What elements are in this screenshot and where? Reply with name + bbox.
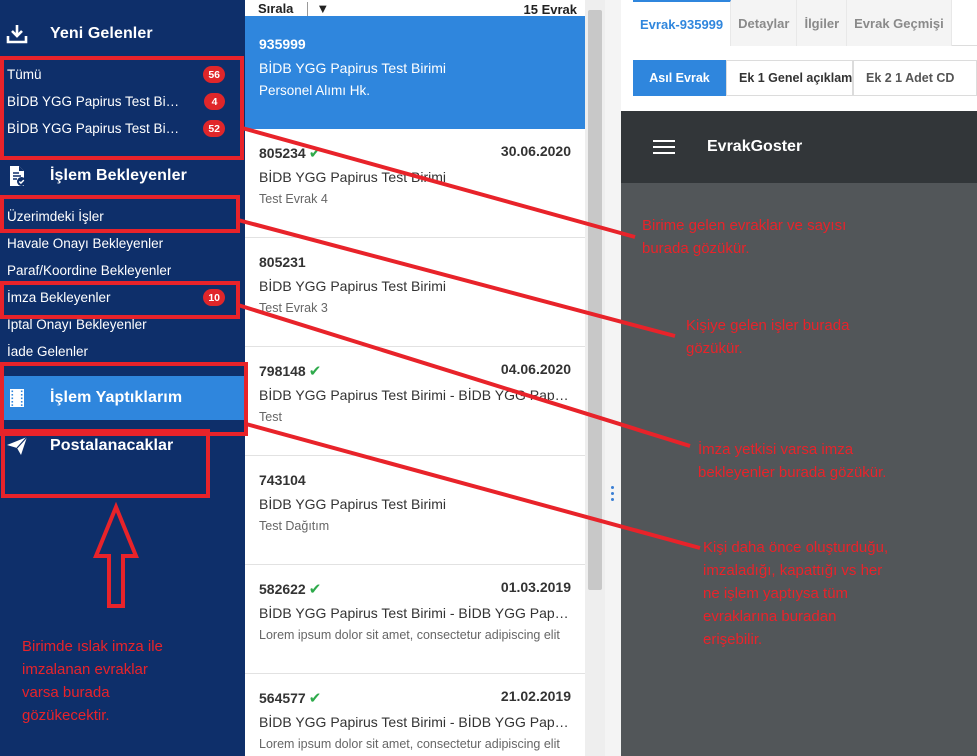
document-subject: Test Evrak 4 <box>259 192 328 206</box>
sidebar-item-uzerimdeki-isler[interactable]: Üzerimdeki İşler <box>0 203 245 230</box>
document-subject: Test Evrak 3 <box>259 301 328 315</box>
document-subject: Test <box>259 410 282 424</box>
panel-splitter[interactable] <box>605 0 621 756</box>
count-badge: 10 <box>203 289 225 306</box>
document-date: 30.06.2020 <box>500 143 571 159</box>
sidebar-item-unit-2[interactable]: BİDB YGG Papirus Test Birimi 52 <box>0 115 245 142</box>
sort-label: Sırala <box>258 1 294 16</box>
check-icon: ✔ <box>308 145 322 162</box>
list-scrollbar-thumb[interactable] <box>588 10 602 590</box>
tab-evrak[interactable]: Evrak-935999 <box>633 0 732 46</box>
subtab-asil-evrak[interactable]: Asıl Evrak <box>633 60 726 96</box>
check-icon: ✔ <box>308 690 322 707</box>
sidebar-item-label: BİDB YGG Papirus Test Birimi <box>7 94 182 109</box>
sidebar-item-paraf-koordine[interactable]: Paraf/Koordine Bekleyenler <box>0 257 245 284</box>
count-badge: 4 <box>204 93 225 110</box>
section-islem-bekleyenler[interactable]: İşlem Bekleyenler <box>0 154 245 198</box>
section-postalanacaklar[interactable]: Postalanacaklar <box>0 424 245 468</box>
document-date: 01.03.2019 <box>500 579 571 595</box>
document-subject: Personel Alımı Hk. <box>259 83 371 98</box>
subtab-ek-1[interactable]: Ek 1 Genel açıklama <box>726 60 853 96</box>
sidebar-item-label: Tümü <box>7 67 42 82</box>
sidebar-item-iade-gelenler[interactable]: İade Gelenler <box>0 338 245 365</box>
sidebar-item-label: Paraf/Koordine Bekleyenler <box>7 263 172 278</box>
count-badge: 52 <box>203 120 225 137</box>
document-unit: BİDB YGG Papirus Test Birimi - BİDB YGG … <box>259 714 571 730</box>
sidebar-item-label: Üzerimdeki İşler <box>7 209 104 224</box>
list-item[interactable]: 805234 ✔ 30.06.2020 BİDB YGG Papirus Test … <box>245 129 585 238</box>
section-label: Yeni Gelenler <box>50 25 153 42</box>
section-yeni-gelenler[interactable]: Yeni Gelenler <box>0 12 245 56</box>
section-label: Postalanacaklar <box>50 437 174 454</box>
document-check-icon <box>6 165 28 187</box>
annotation-note-2: Kişiye gelen işler burada gözükür. <box>686 317 850 357</box>
attachment-tabs: Asıl Evrak Ek 1 Genel açıklama Ek 2 1 Ad… <box>633 60 977 96</box>
document-date: 21.02.2019 <box>500 688 571 704</box>
document-id: 798148 <box>259 363 306 379</box>
document-date: 04.06.2020 <box>500 361 571 377</box>
document-id: 805234 <box>259 145 306 161</box>
hamburger-menu-icon[interactable] <box>653 136 675 158</box>
sidebar-item-havale-onayi[interactable]: Havale Onayı Bekleyenler <box>0 230 245 257</box>
count-badge: 56 <box>203 66 225 83</box>
download-icon <box>6 23 28 45</box>
document-id: 564577 <box>259 690 306 706</box>
sidebar-item-label: İmza Bekleyenler <box>7 290 111 305</box>
tab-ilgiler[interactable]: İlgiler <box>797 0 848 46</box>
sidebar-item-label: Havale Onayı Bekleyenler <box>7 236 164 251</box>
sidebar-item-iptal-onayi[interactable]: İptal Onayı Bekleyenler <box>0 311 245 338</box>
tab-detaylar[interactable]: Detaylar <box>731 0 798 46</box>
list-item[interactable]: 743104 BİDB YGG Papirus Test Birimi Test… <box>245 456 585 565</box>
document-subject: Test Dağıtım <box>259 519 330 533</box>
viewer-toolbar: EvrakGoster <box>621 111 977 183</box>
annotation-note-4: Kişi daha önce oluşturduğu, imzaladığı, … <box>703 539 889 648</box>
document-unit: BİDB YGG Papirus Test Birimi <box>259 496 446 512</box>
section-label: İşlem Yaptıklarım <box>50 389 183 406</box>
paper-plane-icon <box>6 435 28 457</box>
list-item[interactable]: 805231 BİDB YGG Papirus Test Birimi Test… <box>245 238 585 347</box>
sidebar-item-label: İptal Onayı Bekleyenler <box>7 317 147 332</box>
annotation-note-5: Birimde ıslak imza ile imzalanan evrakla… <box>22 638 163 724</box>
section-islem-yaptiklarim[interactable]: İşlem Yaptıklarım <box>0 376 245 420</box>
list-item[interactable]: 798148 ✔ 04.06.2020 BİDB YGG Papirus Test … <box>245 347 585 456</box>
tab-evrak-gecmisi[interactable]: Evrak Geçmişi <box>847 0 952 46</box>
check-icon: ✔ <box>308 581 322 598</box>
document-subject: Lorem ipsum dolor sit amet, consectetur … <box>259 628 560 642</box>
sidebar-item-label: İade Gelenler <box>7 344 89 359</box>
sort-control[interactable]: Sırala ▼ <box>258 2 329 16</box>
subtab-ek-2[interactable]: Ek 2 1 Adet CD <box>853 60 977 96</box>
sidebar-item-unit-1[interactable]: BİDB YGG Papirus Test Birimi 4 <box>0 88 245 115</box>
list-item[interactable]: 935999 BİDB YGG Papirus Test Birimi Pers… <box>245 16 585 129</box>
document-unit: BİDB YGG Papirus Test Birimi - BİDB YGG … <box>259 605 571 621</box>
detail-tabs: Evrak-935999 Detaylar İlgiler Evrak Geçm… <box>633 0 977 46</box>
document-unit: BİDB YGG Papirus Test Birimi <box>259 169 446 185</box>
document-id: 805231 <box>259 254 306 270</box>
list-item[interactable]: 582622 ✔ 01.03.2019 BİDB YGG Papirus Test … <box>245 565 585 674</box>
document-id: 582622 <box>259 581 306 597</box>
viewer-title: EvrakGoster <box>707 138 803 155</box>
document-subject: Lorem ipsum dolor sit amet, consectetur … <box>259 737 560 751</box>
document-id: 935999 <box>259 36 306 52</box>
annotation-note-1: Birime gelen evraklar ve sayısı burada g… <box>642 217 847 257</box>
document-unit: BİDB YGG Papirus Test Birimi <box>259 60 446 76</box>
check-icon: ✔ <box>308 363 322 380</box>
drag-handle-icon <box>611 486 615 504</box>
document-list: Sırala ▼ 15 Evrak 935999 BİDB YGG Papiru… <box>245 0 585 756</box>
document-unit: BİDB YGG Papirus Test Birimi <box>259 278 446 294</box>
film-icon <box>6 387 28 409</box>
document-count: 15 Evrak <box>523 2 578 16</box>
list-header: Sırala ▼ 15 Evrak <box>245 0 585 16</box>
caret-down-icon: ▼ <box>316 1 330 16</box>
document-unit: BİDB YGG Papirus Test Birimi - BİDB YGG … <box>259 387 571 403</box>
list-item[interactable]: 564577 ✔ 21.02.2019 BİDB YGG Papirus Test … <box>245 674 585 756</box>
annotation-note-3: İmza yetkisi varsa imza bekleyenler bura… <box>698 441 887 481</box>
sidebar-item-label: BİDB YGG Papirus Test Birimi <box>7 121 182 136</box>
sidebar-item-tumu[interactable]: Tümü 56 <box>0 61 245 88</box>
sidebar-item-imza-bekleyenler[interactable]: İmza Bekleyenler 10 <box>0 284 245 311</box>
section-label: İşlem Bekleyenler <box>50 167 187 184</box>
document-id: 743104 <box>259 472 306 488</box>
